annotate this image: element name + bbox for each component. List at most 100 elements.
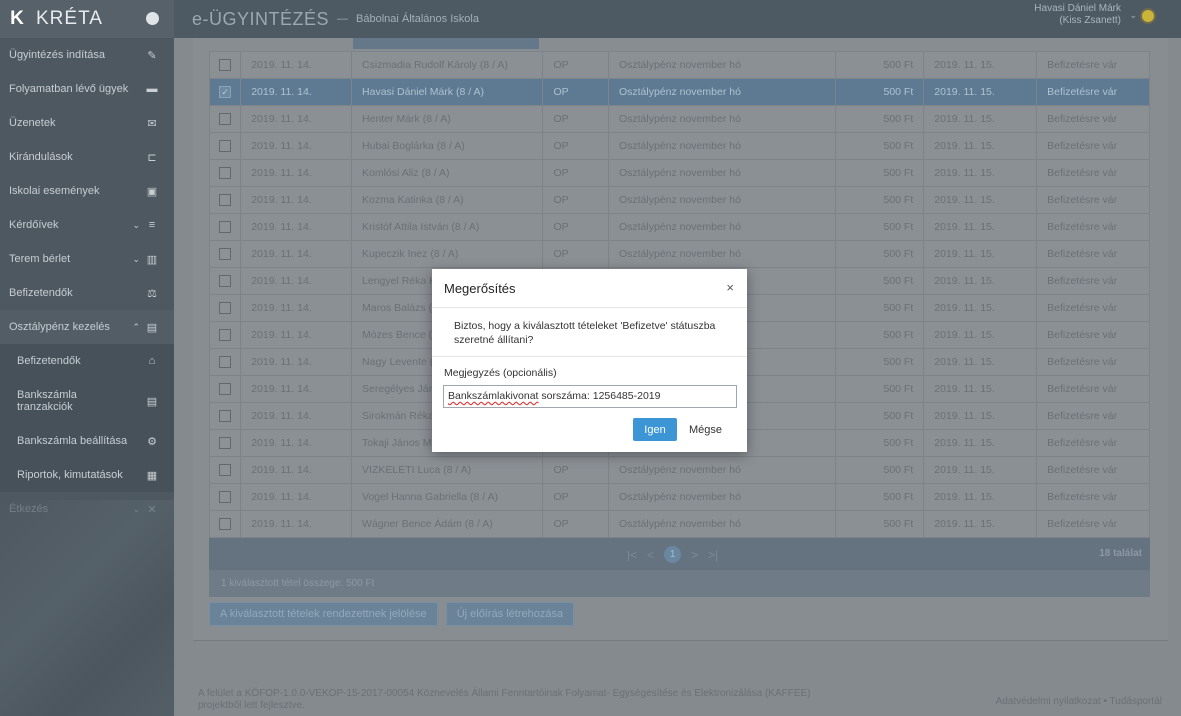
cell-date: 2019. 11. 14. — [240, 51, 353, 79]
row-checkbox-cell[interactable] — [208, 51, 242, 79]
row-checkbox-cell[interactable] — [208, 213, 242, 241]
table-row[interactable]: 2019. 11. 14. Kupeczik Inez (8 / A) OP Oszt… — [208, 240, 1150, 268]
sidebar-item-label: Ügyintézés indítása — [9, 49, 105, 61]
mail-icon: ✉ — [147, 117, 157, 130]
sidebar-subitem[interactable]: Bankszámla tranzakciók ▤ — [0, 378, 174, 424]
row-checkbox-cell[interactable] — [208, 375, 242, 403]
row-checkbox[interactable] — [219, 410, 232, 423]
cell-amount: 500 Ft — [834, 375, 925, 403]
row-checkbox[interactable] — [219, 302, 232, 315]
close-icon[interactable]: × — [726, 280, 734, 295]
row-checkbox-cell[interactable] — [208, 240, 242, 268]
cell-status: Befizetésre vár — [1036, 240, 1150, 268]
cell-amount: 500 Ft — [834, 78, 925, 106]
chevron-down-icon[interactable]: ⌄ — [1129, 10, 1137, 21]
sidebar-item-label: Iskolai események — [9, 185, 100, 197]
row-checkbox-cell[interactable] — [208, 132, 242, 160]
cell-date: 2019. 11. 14. — [240, 267, 353, 295]
sidebar-item[interactable]: Iskolai események ▣ — [0, 174, 174, 208]
table-row[interactable]: 2019. 11. 14. Komlósi Aliz (8 / A) OP Osztá… — [208, 159, 1150, 187]
table-row[interactable]: 2019. 11. 14. Kristóf Attila István (8 / … — [208, 213, 1150, 241]
user-menu[interactable]: Havasi Dániel Márk (Kiss Zsanett) — [1034, 3, 1121, 27]
row-checkbox[interactable] — [219, 383, 232, 396]
row-checkbox[interactable]: ✓ — [219, 86, 232, 99]
row-checkbox-cell[interactable] — [208, 348, 242, 376]
row-checkbox[interactable] — [219, 491, 232, 504]
row-checkbox-cell[interactable] — [208, 267, 242, 295]
table-row[interactable]: 2019. 11. 14. Kozma Katinka (8 / A) OP Oszt… — [208, 186, 1150, 214]
note-input[interactable]: Bankszámlakivonat sorszáma: 1256485-2019 — [443, 385, 737, 408]
table-row[interactable]: 2019. 11. 14. Vogel Hanna Gabriella (8 / … — [208, 483, 1150, 511]
sidebar-subitem[interactable]: Bankszámla beállítása ⚙ — [0, 424, 174, 458]
cell-status: Befizetésre vár — [1036, 78, 1150, 106]
row-checkbox[interactable] — [219, 356, 232, 369]
status-dot-icon[interactable] — [146, 12, 159, 25]
row-checkbox[interactable] — [219, 167, 232, 180]
table-row[interactable]: 2019. 11. 14. Hubai Boglárka (8 / A) OP Osz… — [208, 132, 1150, 160]
sidebar-item[interactable]: Kirándulások ⊏ — [0, 140, 174, 174]
row-checkbox-cell[interactable] — [208, 456, 242, 484]
sidebar-item[interactable]: Kérdőívek ⌄ ≡ — [0, 208, 174, 242]
row-checkbox[interactable] — [219, 275, 232, 288]
sidebar: K KRÉTA Ügyintézés indítása ✎ Folyamatban … — [0, 0, 174, 716]
row-checkbox-cell[interactable] — [208, 105, 242, 133]
submenu-osztalypenz: Befizetendők ⌂ Bankszámla tranzakciók ▤ Bank… — [0, 344, 174, 492]
cell-date: 2019. 11. 14. — [240, 402, 353, 430]
table-row[interactable]: ✓ 2019. 11. 14. Havasi Dániel Márk (8 / A)… — [208, 78, 1150, 106]
mark-paid-button[interactable]: A kiválasztott tételek rendezettnek jelö… — [209, 602, 438, 626]
cell-date: 2019. 11. 14. — [240, 348, 353, 376]
cell-type: OP — [542, 105, 609, 133]
cancel-button[interactable]: Mégse — [689, 418, 722, 441]
cell-due: 2019. 11. 15. — [923, 402, 1038, 430]
sidebar-item-label: Folyamatban lévő ügyek — [9, 83, 129, 95]
row-checkbox[interactable] — [219, 464, 232, 477]
table-row[interactable]: 2019. 11. 14. Henter Márk (8 / A) OP Osztál… — [208, 105, 1150, 133]
avatar[interactable] — [1140, 8, 1156, 24]
current-page[interactable]: 1 — [664, 546, 682, 563]
row-checkbox[interactable] — [219, 140, 232, 153]
cell-status: Befizetésre vár — [1036, 132, 1150, 160]
row-checkbox-cell[interactable] — [208, 159, 242, 187]
building-icon: ▥ — [146, 253, 158, 266]
row-checkbox-cell[interactable] — [208, 186, 242, 214]
row-checkbox[interactable] — [219, 59, 232, 72]
row-checkbox[interactable] — [219, 194, 232, 207]
row-checkbox[interactable] — [219, 329, 232, 342]
logo[interactable]: K KRÉTA — [0, 0, 174, 38]
row-checkbox-cell[interactable] — [208, 483, 242, 511]
cell-date: 2019. 11. 14. — [240, 240, 353, 268]
row-checkbox-cell[interactable] — [208, 321, 242, 349]
sidebar-item[interactable]: Ügyintézés indítása ✎ — [0, 38, 174, 72]
row-checkbox-cell[interactable] — [208, 402, 242, 430]
row-checkbox-cell[interactable] — [208, 510, 242, 538]
row-checkbox-cell[interactable] — [208, 429, 242, 457]
row-checkbox[interactable] — [219, 113, 232, 126]
new-rule-button[interactable]: Új előírás létrehozása — [445, 602, 575, 626]
row-checkbox[interactable] — [219, 518, 232, 531]
row-checkbox[interactable] — [219, 221, 232, 234]
yes-button[interactable]: Igen — [633, 418, 677, 441]
cell-type: OP — [542, 159, 609, 187]
row-checkbox-cell[interactable]: ✓ — [208, 78, 242, 106]
footer-links[interactable]: Adatvédelmi nyilatkozat • Tudásportál — [996, 696, 1162, 707]
sidebar-item[interactable]: Osztálypénz kezelés ⌃ ▤ — [0, 310, 174, 344]
row-checkbox[interactable] — [219, 437, 232, 450]
sidebar-subitem[interactable]: Befizetendők ⌂ — [0, 344, 174, 378]
sidebar-item[interactable]: Folyamatban lévő ügyek ▬ — [0, 72, 174, 106]
last-page-icon[interactable]: >| — [708, 548, 718, 562]
first-page-icon[interactable]: |< — [627, 548, 637, 562]
calendar-icon: ▣ — [146, 185, 158, 198]
table-row[interactable]: 2019. 11. 14. VIZKELETI Luca (8 / A) OP Osz… — [208, 456, 1150, 484]
sidebar-item[interactable]: Üzenetek ✉ — [0, 106, 174, 140]
cell-amount: 500 Ft — [834, 132, 925, 160]
cell-date: 2019. 11. 14. — [240, 429, 353, 457]
sidebar-item[interactable]: Terem bérlet ⌄ ▥ — [0, 242, 174, 276]
sidebar-subitem[interactable]: Riportok, kimutatások ▦ — [0, 458, 174, 492]
row-checkbox[interactable] — [219, 248, 232, 261]
next-page-icon[interactable]: > — [691, 548, 698, 562]
table-row[interactable]: 2019. 11. 14. Wágner Bence Ádám (8 / A) OP… — [208, 510, 1150, 538]
sidebar-item[interactable]: Befizetendők ⚖ — [0, 276, 174, 310]
row-checkbox-cell[interactable] — [208, 294, 242, 322]
table-row[interactable]: 2019. 11. 14. Csizmadia Rudolf Károly (8 … — [208, 51, 1150, 79]
prev-page-icon[interactable]: < — [647, 548, 654, 562]
